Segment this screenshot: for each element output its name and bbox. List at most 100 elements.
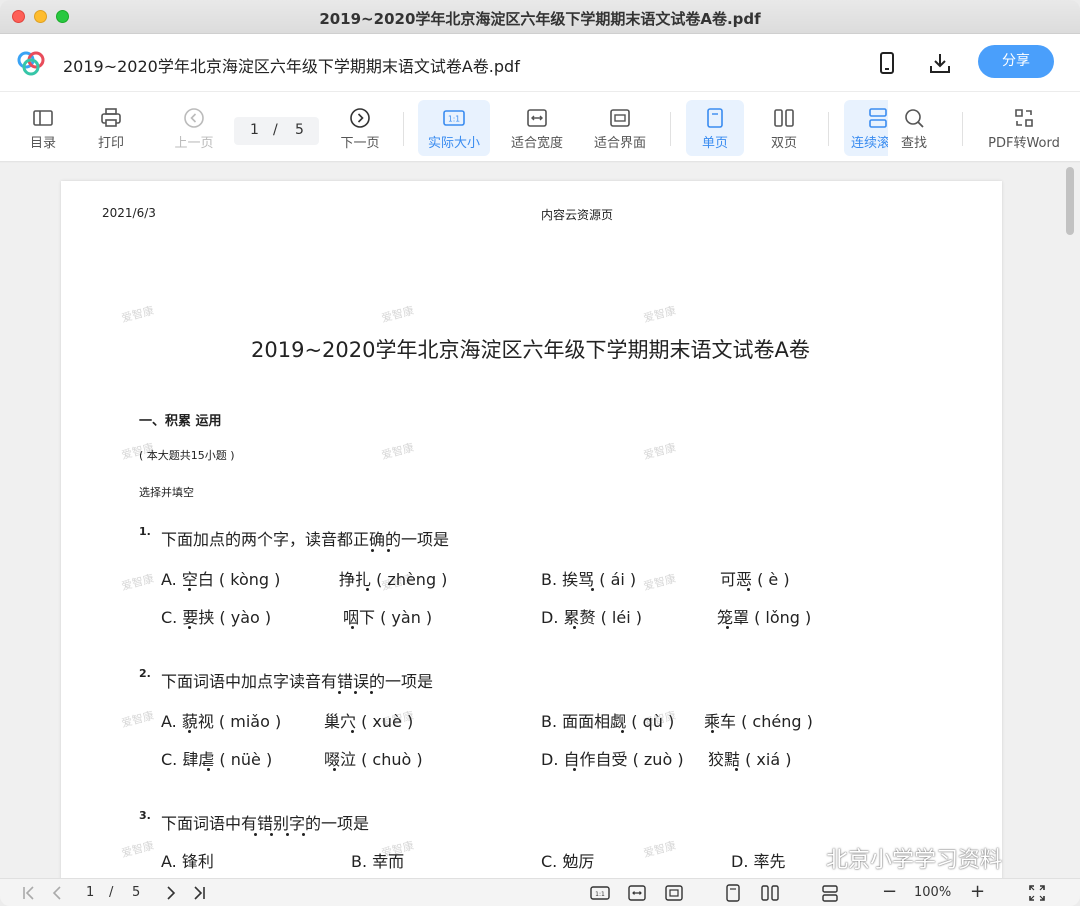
single-page-button[interactable]: 单页	[686, 100, 744, 156]
watermark: 爱智康	[642, 303, 678, 326]
first-page-icon[interactable]	[20, 884, 38, 902]
toc-button[interactable]: 目录	[18, 100, 68, 156]
emphasis-dot	[711, 730, 714, 733]
prev-page-button[interactable]: 上一页	[166, 100, 222, 156]
question-option: 咽下 ( yàn )	[343, 608, 433, 627]
question-option: D. 累赘 ( léi )	[541, 608, 642, 627]
fit-screen-button[interactable]: 适合界面	[587, 100, 653, 156]
question-option: B. 幸而	[351, 852, 405, 871]
page-separator: /	[273, 122, 278, 138]
double-page-icon	[774, 109, 794, 127]
print-button[interactable]: 打印	[86, 100, 136, 156]
question-option: B. 面面相觑 ( qù )	[541, 712, 675, 731]
zoom-in-button[interactable]: +	[970, 881, 985, 902]
wechat-account-watermark: 北京小学学习资料	[826, 848, 1003, 873]
fit-width-icon	[527, 109, 547, 127]
question-option: 啜泣 ( chuò )	[324, 750, 423, 769]
fit-width-icon[interactable]	[628, 884, 646, 902]
vertical-scrollbar[interactable]	[1066, 167, 1074, 235]
emphasis-dot	[351, 730, 354, 733]
page-indicator[interactable]: 1 / 5	[234, 117, 319, 145]
prev-page-icon[interactable]	[48, 884, 66, 902]
current-page-input[interactable]: 1	[250, 122, 259, 138]
emphasis-dot	[354, 691, 357, 694]
chevron-left-circle-icon	[184, 108, 204, 128]
actual-size-icon[interactable]: 1:1	[590, 884, 610, 902]
single-page-icon	[707, 108, 723, 128]
emphasis-dot	[371, 549, 374, 552]
last-page-icon[interactable]	[190, 884, 208, 902]
question-number: 2.	[139, 667, 151, 680]
watermark: 爱智康	[642, 571, 678, 594]
toolbar-divider	[403, 112, 404, 146]
question-option: C. 要挟 ( yào )	[161, 608, 272, 627]
emphasis-dot	[270, 833, 273, 836]
actual-size-button[interactable]: 1:1 实际大小	[418, 100, 490, 156]
mobile-phone-icon[interactable]	[875, 51, 899, 75]
find-button[interactable]: 查找	[890, 100, 938, 156]
continuous-scroll-button[interactable]: 连续滚	[844, 100, 888, 156]
emphasis-dot	[726, 626, 729, 629]
question-option: D. 率先	[731, 852, 786, 871]
emphasis-dot	[207, 768, 210, 771]
watermark: 爱智康	[120, 571, 156, 594]
toolbar-divider	[828, 112, 829, 146]
printer-icon	[101, 108, 121, 127]
fit-screen-icon[interactable]	[665, 884, 683, 902]
emphasis-dot	[747, 588, 750, 591]
next-page-button[interactable]: 下一页	[332, 100, 388, 156]
document-viewport[interactable]: 2021/6/3 内容云资源页 爱智康 爱智康 爱智康 爱智康 爱智康 爱智康 …	[0, 163, 1080, 878]
share-button[interactable]: 分享	[978, 45, 1054, 78]
emphasis-dot	[621, 730, 624, 733]
zoom-level[interactable]: 100%	[914, 885, 951, 900]
question-option: C. 勉厉	[541, 852, 595, 871]
page-header-date: 2021/6/3	[102, 206, 156, 220]
emphasis-dot	[366, 588, 369, 591]
continuous-scroll-icon[interactable]	[821, 884, 839, 902]
question-option: A. 空白 ( kòng )	[161, 570, 281, 589]
emphasis-dot	[735, 768, 738, 771]
question-option: 巢穴 ( xuè )	[324, 712, 414, 731]
fit-width-button[interactable]: 适合宽度	[504, 100, 570, 156]
emphasis-dot	[338, 691, 341, 694]
emphasis-dot	[370, 691, 373, 694]
question-option: 狡黠 ( xiá )	[708, 750, 792, 769]
double-page-icon[interactable]	[761, 884, 779, 902]
double-page-button[interactable]: 双页	[756, 100, 812, 156]
section-note: ( 本大题共15小题 )	[139, 449, 235, 462]
chevron-right-circle-icon	[350, 108, 370, 128]
convert-icon	[1015, 109, 1033, 127]
emphasis-dot	[302, 833, 305, 836]
question-option: 挣扎 ( zhèng )	[339, 570, 448, 589]
window-titlebar: 2019~2020学年北京海淀区六年级下学期期末语文试卷A卷.pdf	[0, 0, 1080, 34]
pdf-to-word-button[interactable]: PDF转Word	[982, 100, 1066, 156]
continuous-scroll-icon	[869, 108, 887, 128]
emphasis-dot	[387, 549, 390, 552]
single-page-icon[interactable]	[724, 884, 742, 902]
exam-title: 2019~2020学年北京海淀区六年级下学期期末语文试卷A卷	[251, 338, 810, 362]
fullscreen-icon[interactable]	[1028, 884, 1046, 902]
watermark: 爱智康	[642, 440, 678, 463]
question-option: A. 藐视 ( miǎo )	[161, 712, 282, 731]
emphasis-dot	[333, 768, 336, 771]
question-option: 乘车 ( chéng )	[704, 712, 813, 731]
sidebar-icon	[33, 110, 53, 126]
watermark: 爱智康	[120, 303, 156, 326]
emphasis-dot	[254, 833, 257, 836]
document-title: 2019~2020学年北京海淀区六年级下学期期末语文试卷A卷.pdf	[63, 57, 520, 76]
window-title: 2019~2020学年北京海淀区六年级下学期期末语文试卷A卷.pdf	[319, 10, 761, 28]
question-option: B. 挨骂 ( ái )	[541, 570, 637, 589]
emphasis-dot	[188, 588, 191, 591]
watermark: 爱智康	[380, 303, 416, 326]
question-text: 下面词语中加点字读音有错误的一项是	[161, 672, 434, 691]
emphasis-dot	[351, 626, 354, 629]
toolbar-divider	[670, 112, 671, 146]
bottom-current-page[interactable]: 1	[86, 885, 94, 900]
watermark: 爱智康	[380, 440, 416, 463]
question-text: 下面加点的两个字，读音都正确的一项是	[161, 530, 450, 549]
zoom-out-button[interactable]: −	[882, 881, 897, 902]
next-page-icon[interactable]	[162, 884, 180, 902]
download-icon[interactable]	[928, 51, 952, 75]
question-option: 可恶 ( è )	[720, 570, 790, 589]
section-instruction: 选择并填空	[139, 486, 194, 499]
